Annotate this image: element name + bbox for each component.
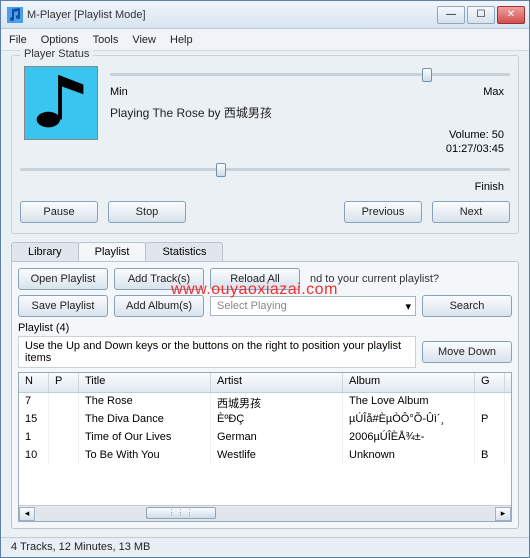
- reload-all-button[interactable]: Reload All: [210, 268, 300, 290]
- col-artist[interactable]: Artist: [211, 373, 343, 392]
- maximize-button[interactable]: ☐: [467, 6, 495, 24]
- col-album[interactable]: Album: [343, 373, 475, 392]
- playlist-count: Playlist (4): [18, 322, 512, 334]
- playlist-grid: N P Title Artist Album G 7The Rose西城男孩Th…: [18, 372, 512, 522]
- open-playlist-button[interactable]: Open Playlist: [18, 268, 108, 290]
- seek-slider[interactable]: [20, 161, 510, 179]
- menu-help[interactable]: Help: [170, 34, 193, 46]
- player-status-legend: Player Status: [20, 48, 93, 60]
- now-playing-text: Playing The Rose by 西城男孩: [110, 104, 510, 121]
- table-row[interactable]: 10To Be With YouWestlifeUnknownB: [19, 447, 511, 465]
- playlist-hint: Use the Up and Down keys or the buttons …: [18, 336, 416, 368]
- window-title: M-Player [Playlist Mode]: [27, 9, 437, 21]
- table-row[interactable]: 7The Rose西城男孩The Love Album: [19, 393, 511, 411]
- horizontal-scrollbar[interactable]: ◂ ⋮⋮⋮ ▸: [19, 505, 511, 521]
- album-art: [24, 66, 98, 140]
- col-title[interactable]: Title: [79, 373, 211, 392]
- time-text: 01:27/03:45: [110, 143, 510, 155]
- app-icon: [7, 7, 23, 23]
- playlist-panel: Open Playlist Add Track(s) Reload All nd…: [11, 261, 519, 529]
- statusbar: 4 Tracks, 12 Minutes, 13 MB: [1, 537, 529, 557]
- col-g[interactable]: G: [475, 373, 505, 392]
- window-controls: — ☐ ✕: [437, 6, 529, 24]
- min-label: Min: [110, 86, 128, 98]
- scroll-left-arrow[interactable]: ◂: [19, 507, 35, 521]
- add-tracks-button[interactable]: Add Track(s): [114, 268, 204, 290]
- table-row[interactable]: 15The Diva DanceÈºÐÇµÚÎå#ÈµÒÔ°Õ-Ûì´¸P: [19, 411, 511, 429]
- max-label: Max: [483, 86, 504, 98]
- volume-slider[interactable]: [110, 66, 510, 84]
- titlebar: M-Player [Playlist Mode] — ☐ ✕: [1, 1, 529, 29]
- col-n[interactable]: N: [19, 373, 49, 392]
- save-playlist-button[interactable]: Save Playlist: [18, 295, 108, 317]
- tab-statistics[interactable]: Statistics: [145, 242, 223, 261]
- chevron-down-icon: ▾: [405, 300, 411, 313]
- move-down-button[interactable]: Move Down: [422, 341, 512, 363]
- player-status-group: Player Status Min Max Playing The R: [11, 55, 519, 234]
- finish-label: Finish: [20, 181, 510, 193]
- app-window: M-Player [Playlist Mode] — ☐ ✕ File Opti…: [0, 0, 530, 558]
- search-button[interactable]: Search: [422, 295, 512, 317]
- menu-file[interactable]: File: [9, 34, 27, 46]
- tab-library[interactable]: Library: [11, 242, 79, 261]
- grid-body: 7The Rose西城男孩The Love Album15The Diva Da…: [19, 393, 511, 465]
- grid-header: N P Title Artist Album G: [19, 373, 511, 393]
- menu-options[interactable]: Options: [41, 34, 79, 46]
- table-row[interactable]: 1Time of Our LivesGerman2006µÚÎÈÅ¾±-: [19, 429, 511, 447]
- minimize-button[interactable]: —: [437, 6, 465, 24]
- next-button[interactable]: Next: [432, 201, 510, 223]
- pause-button[interactable]: Pause: [20, 201, 98, 223]
- col-p[interactable]: P: [49, 373, 79, 392]
- scroll-thumb[interactable]: ⋮⋮⋮: [146, 507, 216, 519]
- close-button[interactable]: ✕: [497, 6, 525, 24]
- previous-button[interactable]: Previous: [344, 201, 422, 223]
- tabs: Library Playlist Statistics: [11, 242, 519, 261]
- menu-tools[interactable]: Tools: [93, 34, 119, 46]
- menu-view[interactable]: View: [132, 34, 156, 46]
- playing-select[interactable]: Select Playing ▾: [210, 296, 416, 316]
- volume-text: Volume: 50: [110, 129, 510, 141]
- stop-button[interactable]: Stop: [108, 201, 186, 223]
- playing-select-value: Select Playing: [217, 300, 287, 312]
- playlist-note: nd to your current playlist?: [310, 273, 439, 285]
- tab-playlist[interactable]: Playlist: [78, 242, 147, 261]
- add-albums-button[interactable]: Add Album(s): [114, 295, 204, 317]
- scroll-right-arrow[interactable]: ▸: [495, 507, 511, 521]
